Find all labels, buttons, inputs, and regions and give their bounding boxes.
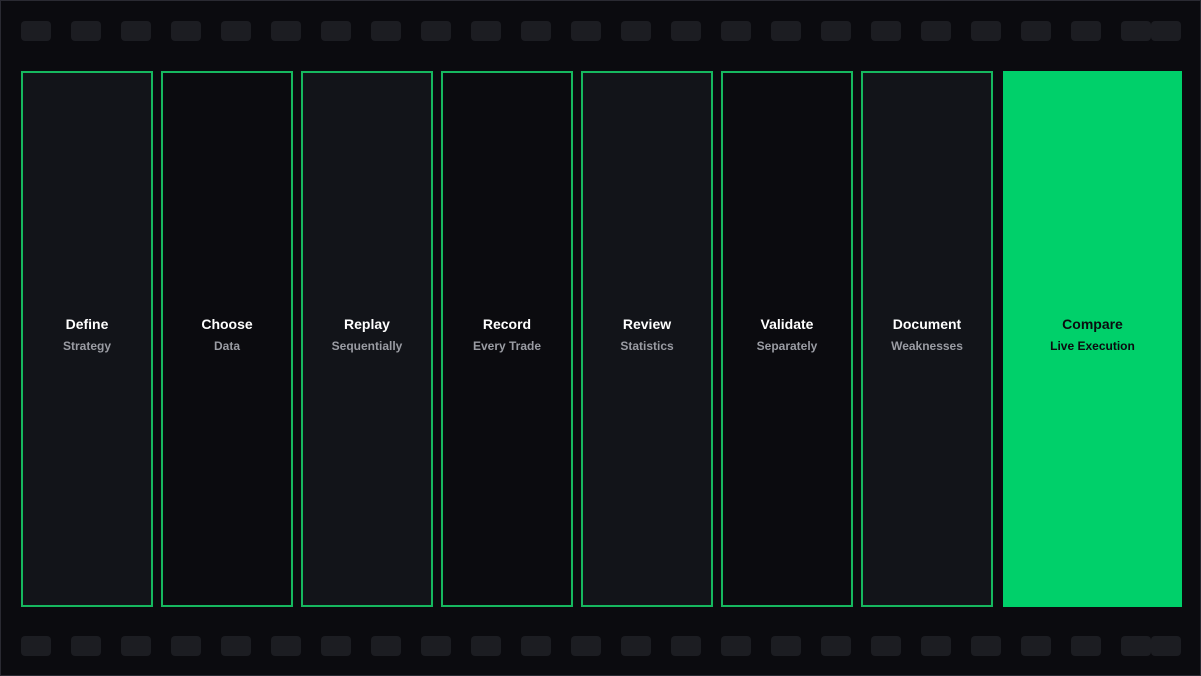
sprocket-hole-bottom-22 [1071,636,1101,656]
sprocket-hole-bottom-23 [1121,636,1151,656]
sprocket-hole-top-11 [521,21,551,41]
sprocket-hole-bottom-11 [521,636,551,656]
step-subtitle: Every Trade [472,338,542,353]
sprocket-hole-top-20 [971,21,1001,41]
sprocket-hole-top-17 [821,21,851,41]
sprocket-hole-bottom-5 [221,636,251,656]
step-title: Validate [760,315,814,332]
sprocket-hole-bottom-1 [21,636,51,656]
sprocket-hole-top-13 [621,21,651,41]
sprocket-row-top [1,21,1200,41]
sprocket-hole-top-21 [1021,21,1051,41]
step-frame-6: Validate Separately [721,71,853,607]
step-title: Define [65,315,109,332]
sprocket-hole-top-8 [371,21,401,41]
sprocket-hole-top-16 [771,21,801,41]
sprocket-hole-top-22 [1071,21,1101,41]
filmstrip-diagram: Define Strategy Choose Data Replay Seque… [0,0,1201,676]
step-frame-5: Review Statistics [581,71,713,607]
sprocket-hole-top-3 [121,21,151,41]
sprocket-hole-bottom-17 [821,636,851,656]
sprocket-hole-top-18 [871,21,901,41]
sprocket-hole-bottom-7 [321,636,351,656]
step-frame-2: Choose Data [161,71,293,607]
step-subtitle: Strategy [62,338,112,353]
sprocket-hole-top-1 [21,21,51,41]
sprocket-hole-bottom-24 [1151,636,1181,656]
sprocket-hole-bottom-21 [1021,636,1051,656]
step-subtitle: Weaknesses [891,338,963,353]
step-title: Record [482,315,532,332]
step-subtitle: Sequentially [331,338,403,353]
sprocket-hole-bottom-19 [921,636,951,656]
sprocket-hole-bottom-14 [671,636,701,656]
sprocket-hole-top-15 [721,21,751,41]
sprocket-hole-top-23 [1121,21,1151,41]
sprocket-hole-top-14 [671,21,701,41]
sprocket-hole-top-19 [921,21,951,41]
sprocket-hole-bottom-6 [271,636,301,656]
sprocket-hole-top-2 [71,21,101,41]
sprocket-hole-bottom-12 [571,636,601,656]
step-frame-7: Document Weaknesses [861,71,993,607]
step-title: Replay [344,315,390,332]
step-frame-3: Replay Sequentially [301,71,433,607]
step-title: Document [892,315,962,332]
step-subtitle: Data [213,338,240,353]
step-title: Compare [1062,315,1123,332]
step-subtitle: Live Execution [1050,338,1135,353]
sprocket-hole-bottom-13 [621,636,651,656]
sprocket-hole-bottom-20 [971,636,1001,656]
sprocket-hole-bottom-4 [171,636,201,656]
step-frame-8-active: Compare Live Execution [1003,71,1182,607]
sprocket-hole-top-10 [471,21,501,41]
sprocket-hole-bottom-10 [471,636,501,656]
step-title: Review [622,315,672,332]
sprocket-hole-top-24 [1151,21,1181,41]
sprocket-hole-bottom-16 [771,636,801,656]
sprocket-hole-top-12 [571,21,601,41]
sprocket-hole-top-5 [221,21,251,41]
step-frame-4: Record Every Trade [441,71,573,607]
step-subtitle: Separately [756,338,818,353]
sprocket-hole-bottom-9 [421,636,451,656]
sprocket-hole-bottom-15 [721,636,751,656]
sprocket-row-bottom [1,636,1200,656]
sprocket-hole-top-6 [271,21,301,41]
sprocket-hole-top-9 [421,21,451,41]
sprocket-hole-bottom-2 [71,636,101,656]
step-title: Choose [201,315,253,332]
sprocket-hole-top-4 [171,21,201,41]
sprocket-hole-bottom-18 [871,636,901,656]
sprocket-hole-top-7 [321,21,351,41]
sprocket-hole-bottom-3 [121,636,151,656]
sprocket-hole-bottom-8 [371,636,401,656]
step-frame-1: Define Strategy [21,71,153,607]
step-subtitle: Statistics [620,338,674,353]
